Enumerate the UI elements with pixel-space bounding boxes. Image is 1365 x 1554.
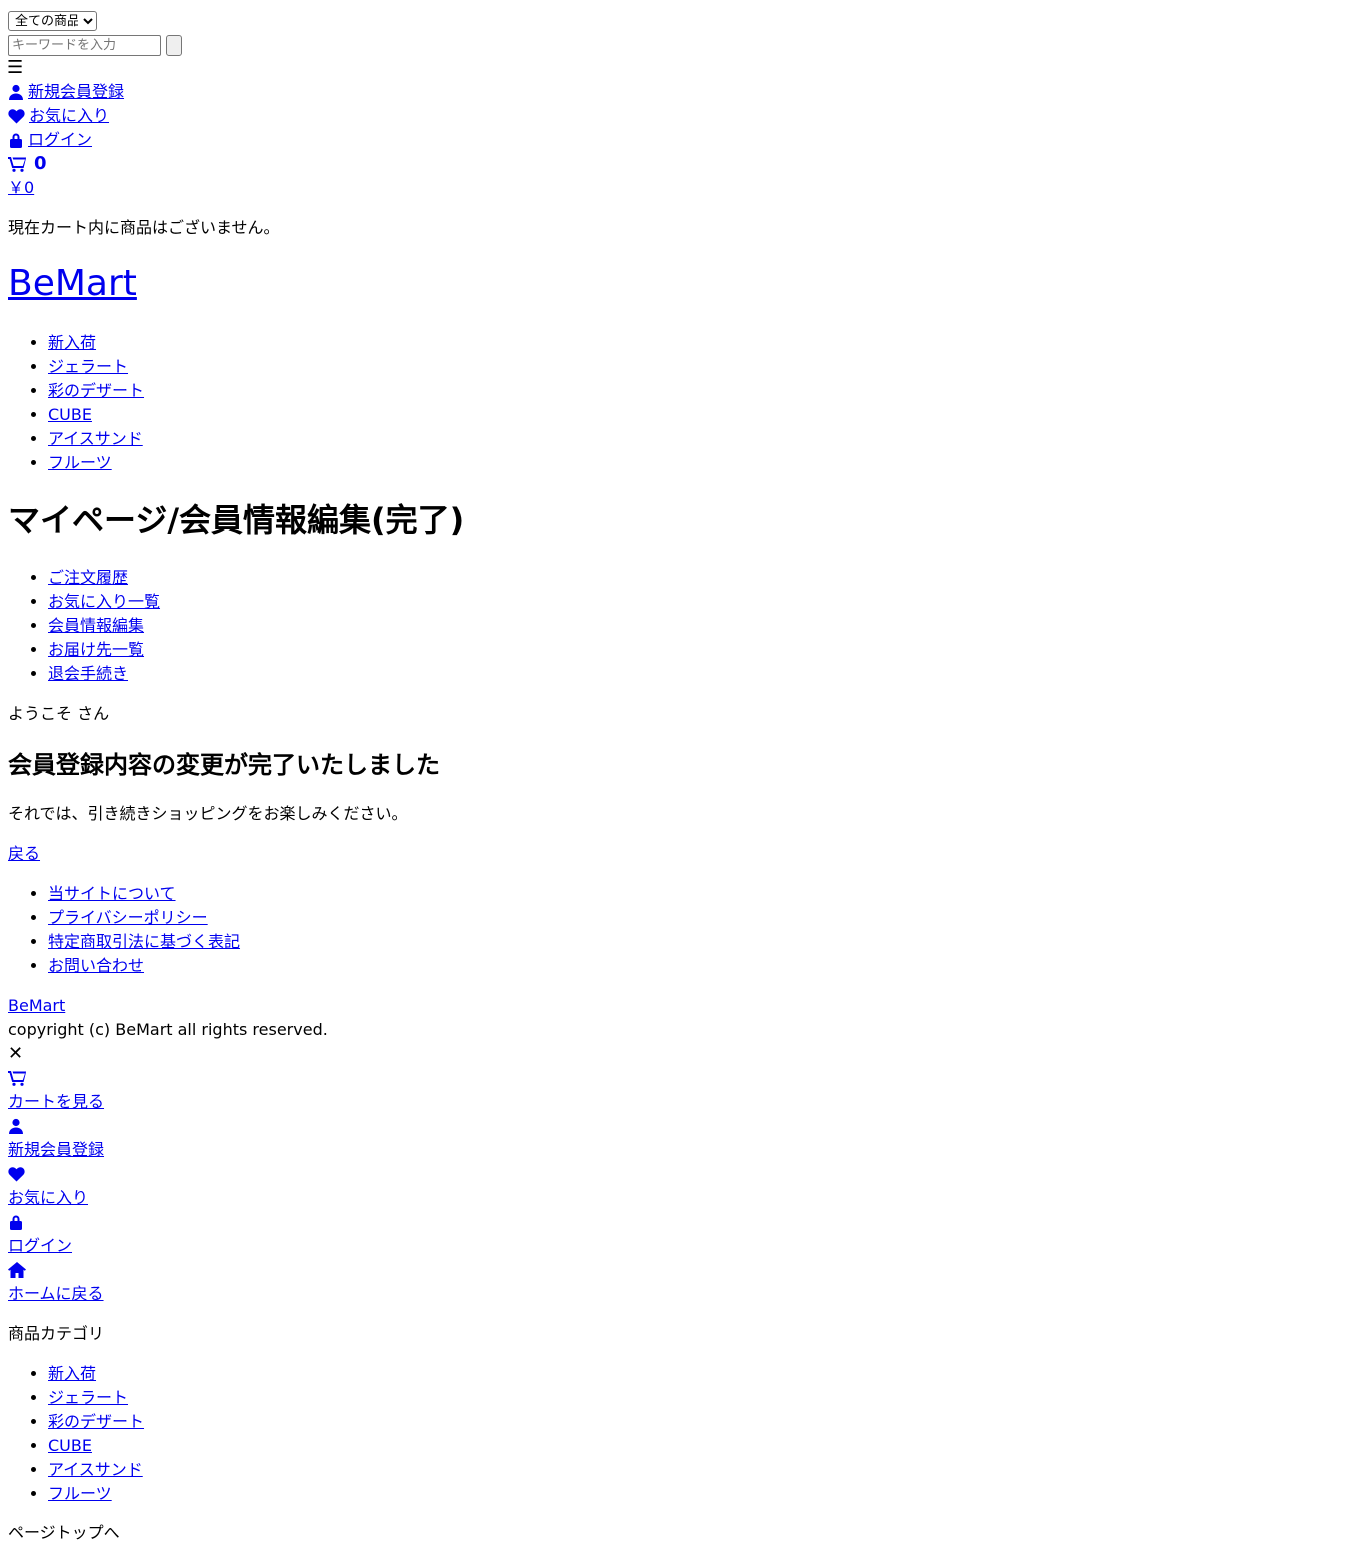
drawer-category-link-dessert[interactable]: 彩のデザート (48, 1412, 144, 1431)
category-link-new[interactable]: 新入荷 (48, 333, 96, 352)
mypage-nav-item: ご注文履歴 (48, 566, 160, 590)
category-nav-item: 彩のデザート (48, 379, 144, 403)
header-register-label: 新規会員登録 (28, 82, 125, 101)
footer-link-tokushoho[interactable]: 特定商取引法に基づく表記 (48, 932, 240, 951)
drawer-category-item: 新入荷 (48, 1362, 144, 1386)
category-nav-item: アイスサンド (48, 427, 144, 451)
category-link-fruit[interactable]: フルーツ (48, 453, 112, 472)
category-nav-item: CUBE (48, 403, 144, 427)
drawer-category-item: 彩のデザート (48, 1410, 144, 1434)
drawer-category-item: ジェラート (48, 1386, 144, 1410)
page-title: マイページ/会員情報編集(完了) (8, 501, 465, 539)
footer-link-privacy[interactable]: プライバシーポリシー (48, 908, 208, 927)
drawer-category-nav: 新入荷 ジェラート 彩のデザート CUBE アイスサンド フルーツ (8, 1362, 144, 1506)
close-icon[interactable]: ✕ (8, 1042, 23, 1066)
mypage-nav-item: 退会手続き (48, 662, 160, 686)
mypage-link-edit[interactable]: 会員情報編集 (48, 616, 144, 635)
user-icon (8, 84, 24, 100)
footer-link-about[interactable]: 当サイトについて (48, 884, 176, 903)
category-link-ice-sand[interactable]: アイスサンド (48, 429, 143, 448)
drawer-category-item: CUBE (48, 1434, 144, 1458)
page-top-link[interactable]: ページトップへ (8, 1521, 120, 1545)
footer-nav-item: 当サイトについて (48, 882, 240, 906)
drawer-category-heading: 商品カテゴリ (8, 1324, 105, 1343)
copyright-text: copyright (c) BeMart all rights reserved… (8, 1020, 328, 1039)
drawer-cart-link[interactable]: カートを見る (8, 1090, 104, 1114)
cart-icon (8, 1066, 26, 1090)
category-nav-item: ジェラート (48, 355, 144, 379)
drawer-home-link[interactable]: ホームに戻る (8, 1282, 104, 1306)
mypage-link-orders[interactable]: ご注文履歴 (48, 568, 128, 587)
category-link-dessert[interactable]: 彩のデザート (48, 381, 144, 400)
site-logo-link[interactable]: BeMart (8, 263, 137, 304)
category-link-gelato[interactable]: ジェラート (48, 357, 128, 376)
header-cart[interactable]: 0 (8, 152, 47, 176)
back-link[interactable]: 戻る (8, 842, 40, 866)
header-favorites-label: お気に入り (29, 106, 110, 125)
category-nav: 新入荷 ジェラート 彩のデザート CUBE アイスサンド フルーツ (8, 331, 144, 475)
heart-icon (8, 108, 25, 124)
header-login-label: ログイン (28, 130, 93, 149)
drawer-register-link[interactable]: 新規会員登録 (8, 1138, 104, 1162)
mypage-link-favorites[interactable]: お気に入り一覧 (48, 592, 160, 611)
drawer-category-link-cube[interactable]: CUBE (48, 1436, 92, 1455)
search-button[interactable] (166, 35, 182, 56)
mypage-nav-item: 会員情報編集 (48, 614, 160, 638)
user-icon (8, 1114, 24, 1138)
footer-nav: 当サイトについて プライバシーポリシー 特定商取引法に基づく表記 お問い合わせ (8, 882, 240, 978)
drawer-category-link-new[interactable]: 新入荷 (48, 1364, 96, 1383)
lock-icon (8, 132, 24, 148)
footer-link-contact[interactable]: お問い合わせ (48, 956, 144, 975)
footer-nav-item: プライバシーポリシー (48, 906, 240, 930)
header-register-link[interactable]: 新規会員登録 (8, 80, 124, 104)
category-select[interactable]: 全ての商品 (8, 11, 97, 31)
drawer-category-link-gelato[interactable]: ジェラート (48, 1388, 128, 1407)
done-title: 会員登録内容の変更が完了いたしました (8, 751, 440, 779)
welcome-text: ようこそ さん (8, 704, 110, 723)
drawer-category-item: フルーツ (48, 1482, 144, 1506)
footer-nav-item: お問い合わせ (48, 954, 240, 978)
footer-logo-link[interactable]: BeMart (8, 994, 65, 1018)
footer-nav-item: 特定商取引法に基づく表記 (48, 930, 240, 954)
cart-total-link[interactable]: ￥0 (8, 176, 34, 200)
cart-count: 0 (34, 153, 47, 174)
heart-icon (8, 1162, 25, 1186)
drawer-category-link-ice-sand[interactable]: アイスサンド (48, 1460, 143, 1479)
mypage-nav-item: お届け先一覧 (48, 638, 160, 662)
cart-empty-message: 現在カート内に商品はございません。 (8, 218, 280, 237)
header-login-link[interactable]: ログイン (8, 128, 92, 152)
site-logo: BeMart (8, 261, 137, 307)
category-link-cube[interactable]: CUBE (48, 405, 92, 424)
drawer-login-link[interactable]: ログイン (8, 1234, 72, 1258)
drawer-category-link-fruit[interactable]: フルーツ (48, 1484, 112, 1503)
hamburger-icon[interactable]: ☰ (7, 56, 23, 80)
mypage-link-delivery[interactable]: お届け先一覧 (48, 640, 144, 659)
mypage-nav-item: お気に入り一覧 (48, 590, 160, 614)
drawer-favorites-link[interactable]: お気に入り (8, 1186, 88, 1210)
category-nav-item: 新入荷 (48, 331, 144, 355)
lock-icon (8, 1210, 24, 1234)
home-icon (8, 1258, 26, 1282)
drawer-category-item: アイスサンド (48, 1458, 144, 1482)
search-input[interactable] (8, 35, 161, 56)
done-message: それでは、引き続きショッピングをお楽しみください。 (8, 804, 408, 823)
header-favorites-link[interactable]: お気に入り (8, 104, 109, 128)
cart-icon (8, 156, 26, 172)
category-nav-item: フルーツ (48, 451, 144, 475)
mypage-nav: ご注文履歴 お気に入り一覧 会員情報編集 お届け先一覧 退会手続き (8, 566, 160, 686)
mypage-link-withdraw[interactable]: 退会手続き (48, 664, 128, 683)
